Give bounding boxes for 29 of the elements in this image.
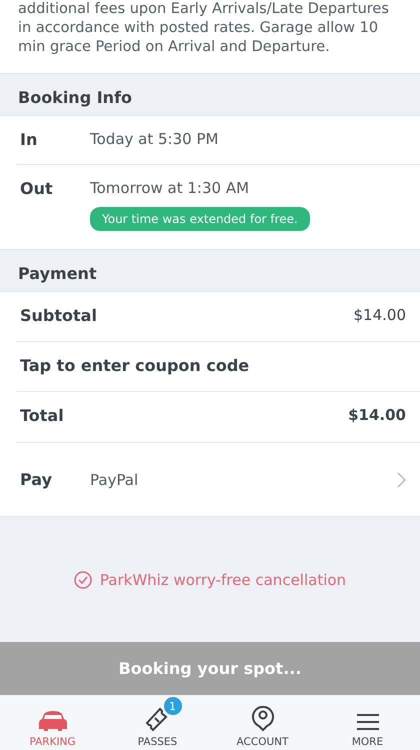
tab-item[interactable]: 1 PASSES [105, 695, 210, 750]
notice-text: additional fees upon Early Arrivals/Late Departures in accordance with posted rates. Garage allow 10 min grace Period on Arrival and Departure. [0, 0, 420, 73]
section-header: Booking Info [0, 73, 420, 116]
tab-item[interactable]: MORE [315, 695, 420, 750]
tab-label: ACCOUNT [236, 736, 288, 748]
extension-badge: Your time was extended for free. [90, 207, 310, 231]
section-header: Payment [0, 249, 420, 292]
menu-icon [356, 712, 380, 732]
tab-label: PARKING [29, 736, 76, 748]
check-circle-icon [74, 570, 92, 588]
cancellation-text: ParkWhiz worry-free cancellation [100, 570, 346, 588]
row-label: In [20, 130, 38, 149]
car-icon [38, 710, 68, 732]
total-amount: $14.00 [348, 406, 406, 424]
account-icon [250, 706, 274, 732]
payment-method[interactable]: PayPal [90, 470, 138, 488]
row-label: Total [20, 406, 65, 425]
row-value: Today at 5:30 PM [90, 130, 218, 148]
tab-label: PASSES [138, 736, 178, 748]
row-label: Out [20, 179, 54, 198]
tab-item[interactable]: ACCOUNT [210, 695, 315, 750]
row-label: Subtotal [20, 306, 97, 325]
row-value: Tomorrow at 1:30 AM [90, 179, 250, 197]
tab-label: MORE [352, 736, 384, 748]
count-badge: 1 [164, 697, 182, 715]
chevron-icon [397, 472, 406, 488]
coupon-link[interactable]: Tap to enter coupon code [20, 356, 250, 375]
row-label: Pay [20, 470, 54, 489]
subtotal-amount: $14.00 [354, 306, 406, 324]
